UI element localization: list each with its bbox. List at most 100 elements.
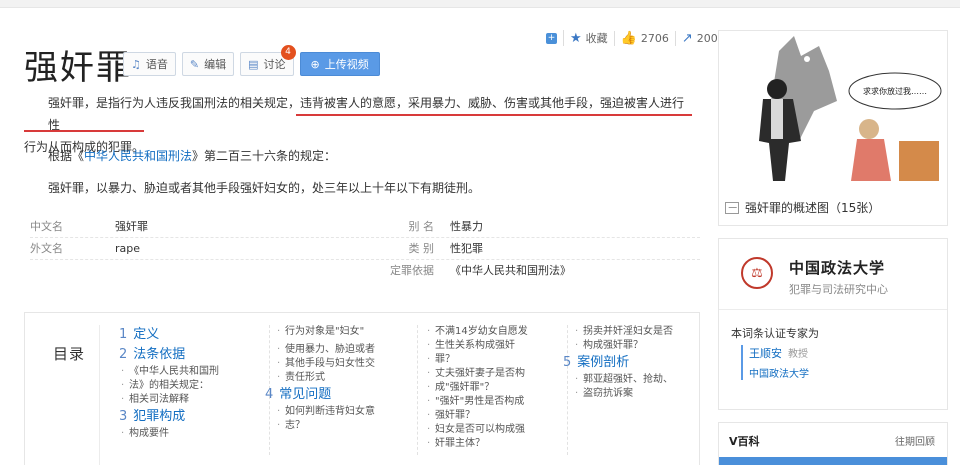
share-icon: ↗: [681, 30, 693, 46]
edit-label: 编辑: [204, 58, 227, 71]
red-underline: [296, 114, 692, 116]
like-button[interactable]: 👍 2706: [613, 30, 675, 46]
toc-item-common-questions[interactable]: 4 常见问题: [265, 385, 405, 405]
like-count: 2706: [640, 31, 669, 45]
toc-subitem[interactable]: 使用暴力、胁迫或者: [275, 343, 405, 357]
info-row: 外文名 rape 类 别 性犯罪: [30, 238, 700, 260]
toc-subitem[interactable]: 法》的相关规定：: [119, 379, 259, 393]
toc-subitem[interactable]: 《中华人民共和国刑: [119, 365, 259, 379]
toc-subitem[interactable]: 妇女是否可以构成强: [425, 423, 555, 437]
voice-button[interactable]: ♫ 语音: [123, 52, 176, 76]
toc-subitem[interactable]: 志？: [275, 419, 405, 433]
toc-divider: [99, 325, 100, 465]
favorite-button[interactable]: ★ 收藏: [563, 30, 614, 46]
toc-number: 2: [119, 347, 128, 362]
toc-item-case-analysis[interactable]: 5 案例剖析: [563, 353, 699, 373]
toc-subitem[interactable]: 行为对象是"妇女": [275, 325, 405, 339]
toc-subitem[interactable]: 生性关系构成强奸: [425, 339, 555, 353]
plus-icon: +: [546, 32, 557, 44]
toc-subitem[interactable]: 不满14岁幼女自愿发: [425, 325, 555, 339]
summary-image-card[interactable]: 求求你放过我…… 强奸罪的概述图（15张）: [718, 30, 948, 226]
toc-column-2: 行为对象是"妇女" 使用暴力、胁迫或者 其他手段与妇女性交 责任形式 4 常见问题…: [265, 325, 405, 433]
voice-label: 语音: [145, 58, 168, 71]
law-prefix: 根据《: [48, 149, 85, 163]
info-key: 定罪依据: [390, 264, 434, 277]
image-caption[interactable]: 强奸罪的概述图（15张）: [725, 199, 880, 216]
table-of-contents: 目录 1 定义 2 法条依据 《中华人民共和国刑 法》的相关规定： 相关司法解释 3…: [24, 312, 700, 465]
vbaike-banner[interactable]: [719, 457, 947, 465]
red-underline-2: [24, 130, 144, 132]
university-logo-icon: ⚖: [741, 257, 773, 289]
toc-label: 案例剖析: [577, 355, 630, 370]
add-to-list[interactable]: +: [540, 32, 563, 44]
toc-column-1: 1 定义 2 法条依据 《中华人民共和国刑 法》的相关规定： 相关司法解释 3 犯罪构…: [119, 325, 259, 441]
share-button[interactable]: ↗ 200: [674, 30, 724, 46]
toc-subitem[interactable]: 强奸罪？: [425, 409, 555, 423]
toc-subitem[interactable]: 构成要件: [119, 427, 259, 441]
toc-subitem[interactable]: 奸罪主体？: [425, 437, 555, 451]
law-suffix: 》第二百三十六条的规定：: [192, 149, 337, 163]
info-key: 中文名: [30, 220, 63, 233]
plus-circle-icon: ⊕: [310, 57, 320, 71]
toc-subitem[interactable]: 丈夫强奸妻子是否构: [425, 367, 555, 381]
criminal-law-basis-link[interactable]: 《中华人民共和国刑法》: [450, 260, 571, 282]
toc-column-divider: [417, 325, 418, 455]
toc-label: 犯罪构成: [133, 409, 186, 424]
toc-subitem[interactable]: 罪？: [425, 353, 555, 367]
org-subtitle: 犯罪与司法研究中心: [789, 283, 888, 296]
discuss-count-badge: 4: [280, 45, 296, 60]
info-key: [30, 260, 115, 282]
basic-info-table: 中文名 强奸罪 别 名 性暴力 外文名 rape 类 别 性犯罪 定罪依据 《中…: [30, 216, 700, 282]
info-row: 中文名 强奸罪 别 名 性暴力: [30, 216, 700, 238]
penalty-paragraph: 强奸罪，以暴力、胁迫或者其他手段强奸妇女的，处三年以上十年以下有期徒刑。: [48, 181, 481, 195]
info-value: rape: [115, 242, 141, 255]
speech-bubble-text: 求求你放过我……: [863, 86, 927, 96]
info-value: 性犯罪: [450, 242, 483, 255]
info-key: 外文名: [30, 242, 63, 255]
expert-profile[interactable]: 王顺安 教授 中国政法大学: [741, 345, 809, 380]
chat-icon: ▤: [248, 57, 259, 71]
expert-label: 本词条认证专家为: [731, 327, 819, 340]
illustration-image: 求求你放过我……: [719, 31, 947, 191]
info-key: 别 名: [408, 220, 435, 233]
expert-name[interactable]: 王顺安: [749, 347, 782, 360]
info-value: 强奸罪: [115, 220, 148, 233]
toc-subitem[interactable]: "强奸"男性是否构成: [425, 395, 555, 409]
info-value: [115, 260, 365, 282]
past-issues-link[interactable]: 往期回顾: [895, 433, 935, 448]
info-row: 定罪依据 《中华人民共和国刑法》: [30, 260, 700, 282]
toc-number: 1: [119, 327, 128, 342]
toc-subitem[interactable]: 其他手段与妇女性交: [275, 357, 405, 371]
toc-column-divider: [567, 325, 568, 455]
toc-subitem[interactable]: 构成强奸罪？: [573, 339, 699, 353]
toc-label: 法条依据: [133, 347, 186, 362]
top-bar: [0, 0, 960, 8]
toc-number: 3: [119, 409, 128, 424]
summary-text-start: 强奸罪，是指行为人违反我国刑法的相关规定，: [48, 96, 301, 110]
toc-subitem[interactable]: 郭亚超强奸、抢劫、: [573, 373, 699, 387]
upload-label: 上传视频: [324, 58, 369, 71]
toc-subitem[interactable]: 责任形式: [275, 371, 405, 385]
toc-item-crime-composition[interactable]: 3 犯罪构成: [119, 407, 259, 427]
criminal-law-link[interactable]: 中华人民共和国刑法: [84, 149, 192, 163]
toc-column-3: 不满14岁幼女自愿发 生性关系构成强奸 罪？ 丈夫强奸妻子是否构 成"强奸罪"？…: [425, 325, 555, 451]
toc-subitem[interactable]: 相关司法解释: [119, 393, 259, 407]
vbaike-card: V百科 往期回顾: [718, 422, 948, 465]
toc-subitem[interactable]: 如何判断违背妇女意: [275, 405, 405, 419]
toc-item-definition[interactable]: 1 定义: [119, 325, 259, 345]
vbaike-title: V百科: [729, 435, 760, 448]
toc-subitem[interactable]: 成"强奸罪"？: [425, 381, 555, 395]
edit-button[interactable]: ✎ 编辑: [181, 52, 235, 76]
favorite-label: 收藏: [585, 32, 608, 45]
org-name[interactable]: 中国政法大学: [789, 257, 885, 278]
toc-subitem[interactable]: 盗窃抗诉案: [573, 387, 699, 401]
upload-video-button[interactable]: ⊕ 上传视频: [299, 52, 380, 76]
expert-affiliation[interactable]: 中国政法大学: [749, 365, 809, 380]
toc-subitem[interactable]: 拐卖并奸淫妇女是否: [573, 325, 699, 339]
discuss-button[interactable]: ▤ 讨论 4: [240, 45, 296, 76]
toc-title: 目录: [53, 345, 86, 363]
toc-item-law-basis[interactable]: 2 法条依据: [119, 345, 259, 365]
info-key: 类 别: [408, 242, 435, 255]
law-basis-paragraph: 根据《中华人民共和国刑法》第二百三十六条的规定：: [24, 145, 696, 167]
thumbs-up-icon: 👍: [620, 30, 637, 46]
